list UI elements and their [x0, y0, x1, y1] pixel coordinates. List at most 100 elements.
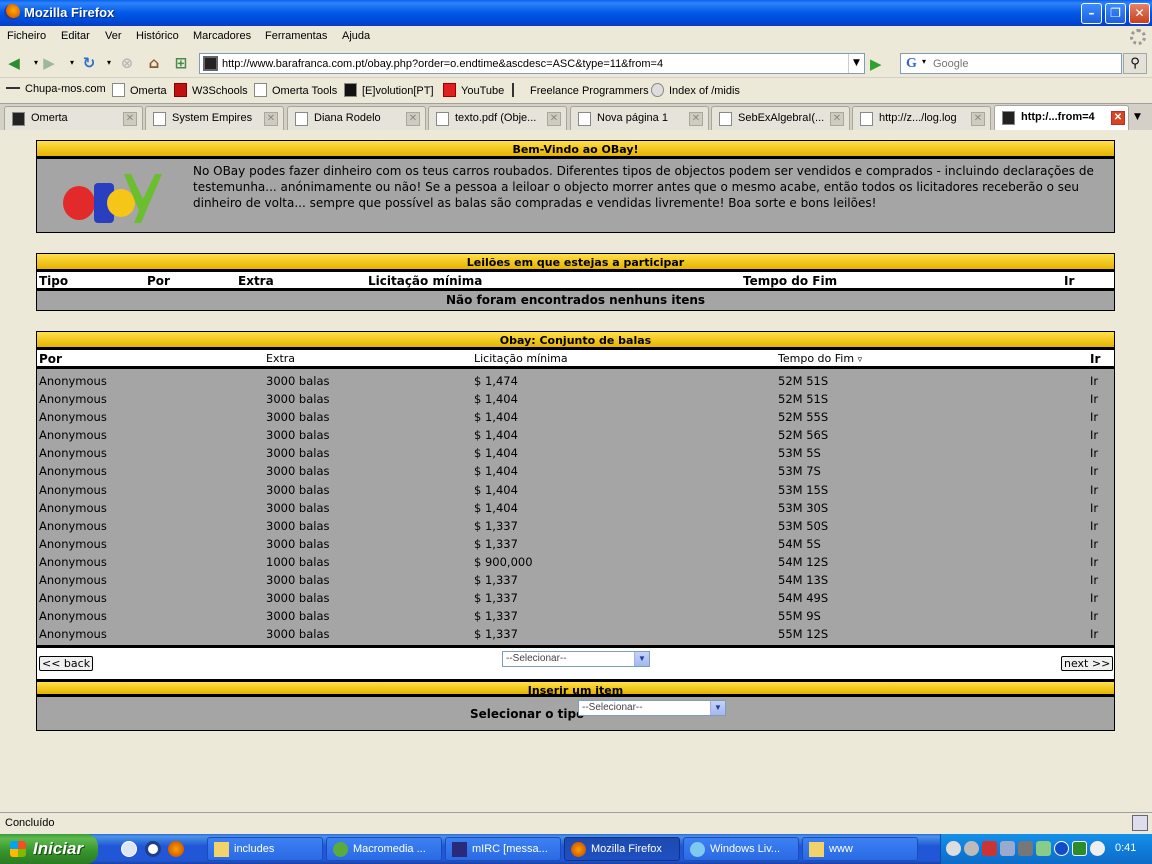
bookmark-youtube[interactable]: YouTube — [443, 83, 504, 97]
cell-ir-link[interactable]: Ir — [1090, 609, 1098, 623]
reload-icon[interactable]: ↻ — [80, 54, 98, 72]
google-engine-icon[interactable]: G — [903, 55, 920, 72]
status-panel-icon[interactable] — [1132, 815, 1148, 831]
tab-close-icon[interactable]: ✕ — [971, 112, 985, 126]
maximize-button[interactable]: ❐ — [1105, 3, 1126, 24]
task-mirc[interactable]: mIRC [messa... — [445, 837, 561, 861]
next-button[interactable]: next >> — [1061, 656, 1114, 671]
tab-log[interactable]: http://z.../log.log ✕ — [852, 106, 991, 130]
task-includes[interactable]: includes — [207, 837, 323, 861]
cell-ir-link[interactable]: Ir — [1090, 464, 1098, 478]
minimize-button[interactable]: – — [1081, 3, 1102, 24]
bookmark-freelance[interactable]: Freelance Programmers — [512, 83, 649, 97]
reload-dropdown-icon[interactable]: ▾ — [100, 54, 118, 72]
url-bar[interactable]: ▼ — [199, 53, 865, 74]
tray-bluetooth-icon[interactable] — [1054, 841, 1069, 856]
menu-ficheiro[interactable]: Ficheiro — [7, 30, 46, 42]
menu-ajuda[interactable]: Ajuda — [342, 30, 370, 42]
cell-ir-link[interactable]: Ir — [1090, 519, 1098, 533]
table-row: Anonymous 3000 balas $ 1,404 52M 55S Ir — [37, 408, 1114, 426]
cell-tempo: 52M 55S — [778, 410, 829, 425]
task-windows-live[interactable]: Windows Liv... — [683, 837, 799, 861]
start-button[interactable]: Iniciar — [0, 834, 98, 864]
back-button[interactable]: << back — [39, 656, 94, 671]
cell-ir-link[interactable]: Ir — [1090, 483, 1098, 497]
search-input[interactable] — [933, 55, 1118, 72]
tab-obay-active[interactable]: http:/...from=4 ✕ — [994, 105, 1129, 131]
cell-ir-link[interactable]: Ir — [1090, 446, 1098, 460]
column-licitacao[interactable]: Licitação mínima — [474, 352, 568, 365]
quicklaunch-firefox-icon[interactable] — [168, 841, 184, 857]
tab-system-empires[interactable]: System Empires ✕ — [145, 106, 284, 130]
forward-arrow-icon[interactable]: ▶ — [40, 54, 58, 72]
search-magnifier-icon[interactable]: ⚲ — [1123, 53, 1147, 74]
cell-ir-link[interactable]: Ir — [1090, 627, 1098, 641]
tray-network-icon[interactable] — [946, 841, 961, 856]
tab-omerta[interactable]: Omerta ✕ — [4, 106, 143, 130]
column-por[interactable]: Por — [39, 352, 62, 366]
tray-audio-icon[interactable] — [1000, 841, 1015, 856]
task-macromedia[interactable]: Macromedia ... — [326, 837, 442, 861]
page-select[interactable]: --Selecionar-- ▼ — [502, 651, 650, 667]
engine-dropdown-icon[interactable]: ▾ — [922, 57, 926, 66]
bookmark-omerta-tools[interactable]: Omerta Tools — [254, 83, 337, 97]
tab-close-icon[interactable]: ✕ — [406, 112, 420, 126]
cell-ir-link[interactable]: Ir — [1090, 392, 1098, 406]
tray-warning-icon[interactable] — [982, 841, 997, 856]
home-icon[interactable]: ⌂ — [145, 54, 163, 72]
menu-ferramentas[interactable]: Ferramentas — [265, 30, 327, 42]
tray-device-icon[interactable] — [1018, 841, 1033, 856]
tab-list-dropdown-icon[interactable]: ▼ — [1134, 112, 1141, 122]
url-history-dropdown-icon[interactable]: ▼ — [848, 54, 864, 73]
tray-check-icon[interactable] — [1072, 841, 1087, 856]
participating-panel: Leilões em que estejas a participar Tipo… — [36, 253, 1115, 311]
tab-close-icon[interactable]: ✕ — [264, 112, 278, 126]
go-arrow-icon[interactable]: ▶ — [870, 55, 888, 73]
bookmark-omerta[interactable]: Omerta — [112, 83, 167, 97]
cell-ir-link[interactable]: Ir — [1090, 428, 1098, 442]
tray-cloud-icon[interactable] — [1090, 841, 1105, 856]
back-arrow-icon[interactable]: ◀ — [5, 54, 23, 72]
quicklaunch-desktop-icon[interactable] — [121, 841, 137, 857]
column-extra[interactable]: Extra — [266, 352, 295, 365]
close-button[interactable]: ✕ — [1129, 3, 1150, 24]
cell-ir-link[interactable]: Ir — [1090, 410, 1098, 424]
forward-dropdown-icon[interactable]: ▾ — [63, 54, 81, 72]
bookmark-index-midis[interactable]: Index of /midis — [651, 83, 740, 97]
taskbar: Iniciar includes Macromedia ... mIRC [me… — [0, 834, 1152, 864]
quicklaunch-media-icon[interactable] — [145, 841, 161, 857]
search-bar[interactable]: G ▾ — [900, 53, 1122, 74]
cell-ir-link[interactable]: Ir — [1090, 591, 1098, 605]
tab-nova-pagina[interactable]: Nova página 1 ✕ — [570, 106, 709, 130]
tab-close-icon[interactable]: ✕ — [547, 112, 561, 126]
cell-ir-link[interactable]: Ir — [1090, 537, 1098, 551]
tab-diana-rodelo[interactable]: Diana Rodelo ✕ — [287, 106, 426, 130]
tab-close-icon[interactable]: ✕ — [689, 112, 703, 126]
tab-close-icon[interactable]: ✕ — [1111, 111, 1125, 125]
tray-globe-icon[interactable] — [964, 841, 979, 856]
tab-close-icon[interactable]: ✕ — [123, 112, 137, 126]
bookmark-chupa-mos[interactable]: Chupa-mos.com — [6, 83, 106, 95]
item-type-select[interactable]: --Selecionar-- ▼ — [578, 700, 726, 716]
cell-ir-link[interactable]: Ir — [1090, 501, 1098, 515]
tab-texto-pdf[interactable]: texto.pdf (Obje... ✕ — [428, 106, 567, 130]
tab-close-icon[interactable]: ✕ — [830, 112, 844, 126]
cell-ir-link[interactable]: Ir — [1090, 555, 1098, 569]
menu-editar[interactable]: Editar — [61, 30, 90, 42]
column-ir[interactable]: Ir — [1090, 352, 1100, 366]
tab-sebex-algebra[interactable]: SebExAlgebraI(... ✕ — [711, 106, 850, 130]
cell-ir-link[interactable]: Ir — [1090, 573, 1098, 587]
task-www[interactable]: www — [802, 837, 918, 861]
column-tempo[interactable]: Tempo do Fim ▿ — [778, 352, 862, 365]
url-input[interactable] — [222, 55, 842, 72]
menu-marcadores[interactable]: Marcadores — [193, 30, 251, 42]
menu-ver[interactable]: Ver — [105, 30, 122, 42]
stop-icon[interactable]: ⊗ — [118, 54, 136, 72]
menu-historico[interactable]: Histórico — [136, 30, 179, 42]
new-tab-icon[interactable]: ⊞ — [172, 54, 190, 72]
cell-ir-link[interactable]: Ir — [1090, 374, 1098, 388]
tray-messenger-icon[interactable] — [1036, 841, 1051, 856]
task-firefox[interactable]: Mozilla Firefox — [564, 837, 680, 861]
bookmark-evolution[interactable]: [E]volution[PT] — [344, 83, 434, 97]
bookmark-w3schools[interactable]: W3Schools — [174, 83, 248, 97]
